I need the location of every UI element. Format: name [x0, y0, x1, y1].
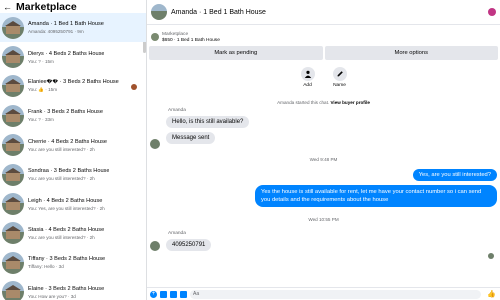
conversation-preview: You: How are you? · 3d	[28, 293, 76, 299]
seen-avatar-icon	[131, 83, 137, 90]
like-icon[interactable]: 👍	[487, 290, 496, 298]
more-options-button[interactable]: More options	[324, 46, 498, 60]
message-composer: + Aa 👍	[147, 287, 500, 300]
name-action[interactable]: Name	[332, 67, 347, 88]
listing-thumbnail	[2, 193, 24, 216]
sidebar-header: ← Marketplace	[0, 0, 146, 13]
seen-receipt-avatar	[488, 253, 494, 259]
listing-summary[interactable]: Marketplace $650 · 1 Bed 1 Bath House	[147, 25, 500, 45]
conversation-list: Amanda · 1 Bed 1 Bath House Amanda: 4095…	[0, 13, 146, 300]
sender-name: Amanda	[168, 108, 186, 113]
conversation-preview: You: are you still interested? · 2h	[28, 146, 95, 152]
conversation-item[interactable]: Leigh · 4 Beds 2 Baths House You: Yes, a…	[0, 189, 146, 218]
sidebar-title: Marketplace	[16, 0, 77, 13]
listing-source: Marketplace	[162, 31, 189, 37]
incoming-message[interactable]: Hello, is this still available?	[166, 116, 250, 128]
conversation-preview: Tiffany: Hello · 3d	[28, 264, 64, 270]
conversation-title: Dierys · 4 Beds 2 Baths House	[28, 50, 105, 57]
conversation-preview: You: Yes, are you still interested? · 2h	[28, 205, 105, 211]
timestamp: Wed 10:55 PM	[308, 217, 339, 222]
conversation-title: Leigh · 4 Beds 2 Baths House	[28, 197, 103, 204]
conversation-title: Tiffany · 3 Beds 2 Baths House	[28, 256, 106, 263]
listing-thumbnail	[2, 104, 24, 127]
conversation-preview: You: ? · 15m	[28, 58, 54, 64]
conversation-item[interactable]: Cherrie · 4 Beds 2 Baths House You: are …	[0, 131, 146, 160]
chat-title[interactable]: Amanda · 1 Bed 1 Bath House	[171, 9, 266, 16]
incoming-message[interactable]: 4095250791	[166, 239, 212, 251]
conversation-title: Cherrie · 4 Beds 2 Baths House	[28, 138, 107, 145]
conversation-preview: Amanda: 4095250791 · 9m	[28, 29, 84, 35]
listing-price: $650 · 1 Bed 1 Bath House	[162, 37, 220, 43]
timestamp: Wed 9:48 PM	[309, 157, 338, 162]
listing-thumbnail	[2, 163, 24, 186]
conversation-title: Elaniee�� · 3 Beds 2 Baths House	[28, 79, 119, 86]
sender-name: Amanda	[168, 231, 186, 236]
conversation-preview: You: ? · 33m	[28, 117, 54, 123]
outgoing-message[interactable]: Yes, are you still interested?	[412, 169, 497, 181]
message-thread: Amanda Hello, is this still available? M…	[147, 105, 500, 287]
listing-thumbnail	[2, 16, 24, 39]
conversation-title: Ssndraa · 3 Beds 2 Baths House	[28, 168, 110, 175]
conversation-preview: You: are you still interested? · 2h	[28, 234, 95, 240]
marketplace-app: ← Marketplace Amanda · 1 Bed 1 Bath Hous…	[0, 0, 500, 300]
add-person-icon	[300, 67, 315, 81]
conversation-info-icon[interactable]	[488, 8, 496, 16]
listing-thumbnail	[151, 33, 159, 41]
outgoing-message[interactable]: Yes the house is still available for ren…	[255, 185, 497, 207]
quick-actions: Add Name	[147, 67, 500, 88]
pencil-icon	[332, 67, 347, 81]
conversation-item[interactable]: Elaniee�� · 3 Beds 2 Baths House You: 👍 …	[0, 72, 146, 101]
sender-avatar[interactable]	[150, 241, 160, 251]
conversation-item[interactable]: Ssndraa · 3 Beds 2 Baths House You: are …	[0, 160, 146, 189]
conversation-title: Amanda · 1 Bed 1 Bath House	[28, 21, 104, 28]
conversation-preview: You: 👍 · 15m	[28, 87, 58, 93]
listing-thumbnail	[2, 281, 24, 300]
message-input[interactable]: Aa	[190, 289, 482, 299]
photo-icon[interactable]	[160, 290, 167, 298]
conversation-preview: You: are you still interested? · 2h	[28, 176, 95, 182]
add-label: Add	[303, 83, 312, 88]
conversation-sidebar: ← Marketplace Amanda · 1 Bed 1 Bath Hous…	[0, 0, 147, 300]
listing-thumbnail	[2, 251, 24, 274]
conversation-item[interactable]: Tiffany · 3 Beds 2 Baths House Tiffany: …	[0, 248, 146, 277]
gif-icon[interactable]	[180, 290, 187, 298]
conversation-item[interactable]: Elaine · 3 Beds 2 Baths House You: How a…	[0, 278, 146, 300]
plus-icon[interactable]: +	[150, 290, 157, 298]
conversation-title: Frank · 3 Beds 2 Baths House	[28, 109, 103, 116]
back-arrow-icon[interactable]: ←	[3, 1, 13, 13]
add-action[interactable]: Add	[300, 67, 315, 88]
incoming-message[interactable]: Message sent	[166, 132, 216, 144]
sender-avatar[interactable]	[150, 139, 160, 149]
sticker-icon[interactable]	[170, 290, 177, 298]
listing-thumbnail	[2, 75, 24, 98]
conversation-item[interactable]: Frank · 3 Beds 2 Baths House You: ? · 33…	[0, 101, 146, 130]
mark-pending-button[interactable]: Mark as pending	[149, 46, 323, 60]
conversation-item[interactable]: Dierys · 4 Beds 2 Baths House You: ? · 1…	[0, 42, 146, 71]
conversation-item[interactable]: Stasia · 4 Beds 2 Baths House You: are y…	[0, 219, 146, 248]
listing-avatar[interactable]	[151, 4, 167, 20]
conversation-title: Stasia · 4 Beds 2 Baths House	[28, 226, 105, 233]
listing-thumbnail	[2, 134, 24, 157]
listing-thumbnail	[2, 46, 24, 69]
chat-header: Amanda · 1 Bed 1 Bath House	[147, 0, 500, 25]
conversation-item[interactable]: Amanda · 1 Bed 1 Bath House Amanda: 4095…	[0, 13, 146, 43]
chat-pane: Amanda · 1 Bed 1 Bath House Marketplace …	[147, 0, 500, 300]
listing-thumbnail	[2, 222, 24, 245]
listing-actions: Mark as pending More options	[147, 45, 500, 61]
name-label: Name	[333, 83, 346, 88]
conversation-title: Elaine · 3 Beds 2 Baths House	[28, 285, 105, 292]
